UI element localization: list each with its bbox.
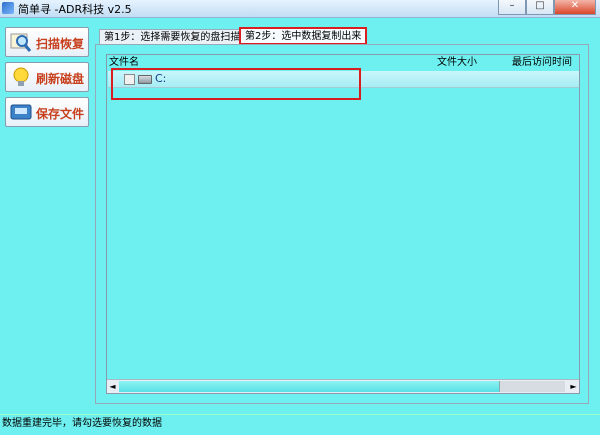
scroll-right-button[interactable]: ► xyxy=(568,381,579,392)
status-bar: 数据重建完毕，请勾选要恢复的数据 xyxy=(0,414,600,435)
close-button[interactable]: ✕ xyxy=(554,0,596,15)
magnifier-icon xyxy=(10,33,32,52)
row-highlight-box xyxy=(111,68,361,100)
column-last-access[interactable]: 最后访问时间 xyxy=(512,55,572,71)
horizontal-scrollbar[interactable]: ◄ ► xyxy=(107,379,579,393)
column-filesize[interactable]: 文件大小 xyxy=(437,55,477,71)
scan-recover-label: 扫描恢复 xyxy=(36,37,85,51)
refresh-disk-label: 刷新磁盘 xyxy=(36,72,85,86)
tab-step2[interactable]: 第2步：选中数据复制出来 xyxy=(239,27,368,45)
maximize-button[interactable]: □ xyxy=(526,0,554,15)
scroll-track[interactable] xyxy=(119,381,565,392)
app-icon xyxy=(2,2,14,14)
save-file-button[interactable]: 保存文件 xyxy=(5,97,89,127)
tab-step1[interactable]: 第1步：选择需要恢复的盘扫描 xyxy=(99,29,246,45)
scroll-thumb[interactable] xyxy=(119,381,500,392)
save-file-label: 保存文件 xyxy=(36,107,85,121)
title-bar: 简单寻 -ADR科技 v2.5 – □ ✕ xyxy=(0,0,600,18)
window-controls: – □ ✕ xyxy=(498,0,596,15)
lightbulb-icon xyxy=(13,67,29,86)
refresh-disk-button[interactable]: 刷新磁盘 xyxy=(5,62,89,92)
window-title: 简单寻 -ADR科技 v2.5 xyxy=(18,3,132,16)
file-list[interactable]: 文件名 文件大小 最后访问时间 C: ◄ ► xyxy=(106,54,580,394)
minimize-button[interactable]: – xyxy=(498,0,526,15)
scroll-left-button[interactable]: ◄ xyxy=(107,381,118,392)
save-icon xyxy=(10,104,32,120)
scan-recover-button[interactable]: 扫描恢复 xyxy=(5,27,89,57)
